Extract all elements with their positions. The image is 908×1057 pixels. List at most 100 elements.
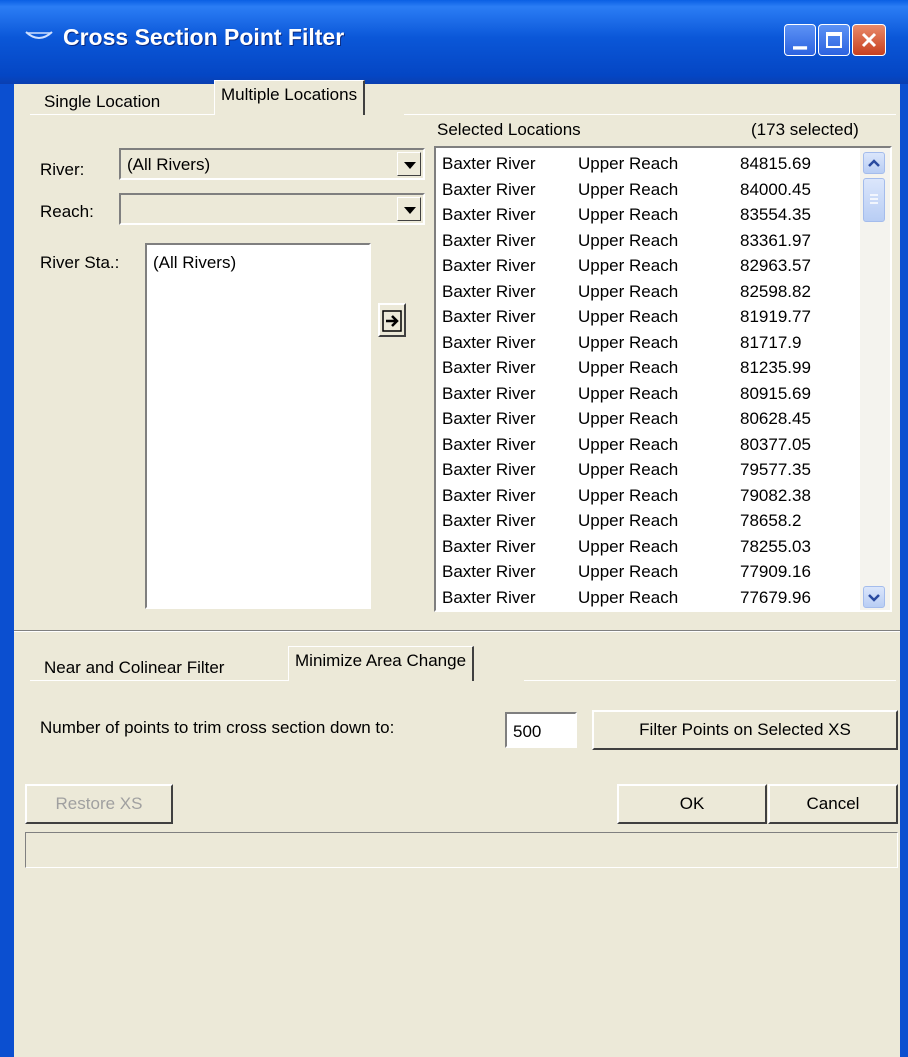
reach-cell: Upper Reach [578, 281, 679, 301]
cancel-button[interactable]: Cancel [768, 784, 898, 824]
minimize-icon: ▁ [793, 30, 807, 49]
river-cell: Baxter River [442, 383, 536, 403]
river-cell: Baxter River [442, 179, 536, 199]
reach-cell: Upper Reach [578, 562, 679, 581]
restore-xs-button[interactable]: Restore XS [25, 784, 173, 824]
status-bar [25, 832, 898, 868]
reach-cell: Upper Reach [578, 536, 679, 556]
river-cell: Baxter River [442, 511, 536, 530]
station-cell: 79082.38 [740, 485, 811, 505]
river-sta-label: River Sta.: [40, 253, 120, 272]
close-button[interactable] [852, 24, 886, 56]
chevron-down-icon [868, 594, 880, 602]
river-combo[interactable]: (All Rivers) [119, 148, 425, 180]
tab-near-colinear-filter[interactable]: Near and Colinear Filter [38, 655, 230, 681]
reach-cell: Upper Reach [578, 307, 679, 326]
river-cell: Baxter River [442, 307, 536, 326]
river-cell: Baxter River [442, 587, 536, 607]
river-xs-icon [25, 31, 53, 39]
reach-cell: Upper Reach [578, 511, 679, 530]
trim-points-value: 500 [513, 722, 542, 741]
chevron-down-icon[interactable] [397, 152, 421, 176]
station-cell: 78658.2 [740, 511, 802, 530]
reach-cell: Upper Reach [578, 256, 679, 275]
station-cell: 80915.69 [740, 383, 811, 403]
station-cell: 77679.96 [740, 587, 811, 607]
river-cell: Baxter River [442, 154, 536, 173]
reach-label: Reach: [40, 202, 94, 221]
river-cell: Baxter River [442, 460, 536, 479]
selected-count: (173 selected) [751, 120, 859, 139]
tab-panel-border [404, 114, 896, 115]
station-cell: 82963.57 [740, 256, 811, 275]
river-cell: Baxter River [442, 536, 536, 556]
vertical-scrollbar[interactable] [860, 148, 890, 610]
station-cell: 77909.16 [740, 562, 811, 581]
station-cell: 83361.97 [740, 230, 811, 250]
reach-combo[interactable] [119, 193, 425, 225]
scroll-thumb[interactable] [863, 178, 885, 222]
reach-cell: Upper Reach [578, 358, 679, 377]
arrow-right-icon [382, 310, 402, 332]
river-cell: Baxter River [442, 562, 536, 581]
station-cell: 82598.82 [740, 281, 811, 301]
river-cell: Baxter River [442, 205, 536, 224]
title-bar[interactable]: Cross Section Point Filter ▁ [0, 0, 908, 84]
maximize-button[interactable] [818, 24, 850, 56]
list-item[interactable]: (All Rivers) [153, 253, 236, 273]
tab-single-location[interactable]: Single Location [38, 89, 166, 115]
reach-cell: Upper Reach [578, 383, 679, 403]
station-cell: 83554.35 [740, 205, 811, 224]
station-cell: 78255.03 [740, 536, 811, 556]
reach-cell: Upper Reach [578, 460, 679, 479]
river-combo-value: (All Rivers) [127, 155, 211, 174]
reach-cell: Upper Reach [578, 409, 679, 428]
river-cell: Baxter River [442, 434, 536, 454]
trim-label: Number of points to trim cross section d… [40, 718, 395, 737]
river-cell: Baxter River [442, 256, 536, 275]
station-cell: 81717.9 [740, 332, 802, 352]
trim-points-input[interactable]: 500 [505, 712, 577, 748]
add-location-button[interactable] [378, 303, 406, 337]
reach-cell: Upper Reach [578, 587, 679, 607]
river-cell: Baxter River [442, 485, 536, 505]
close-icon [853, 25, 885, 55]
river-cell: Baxter River [442, 358, 536, 377]
reach-cell: Upper Reach [578, 179, 679, 199]
reach-cell: Upper Reach [578, 154, 679, 173]
station-cell: 80628.45 [740, 409, 811, 428]
section-separator [14, 631, 900, 632]
river-cell: Baxter River [442, 332, 536, 352]
chevron-down-icon[interactable] [397, 197, 421, 221]
station-cell: 84000.45 [740, 179, 811, 199]
scroll-up-button[interactable] [863, 152, 885, 174]
grip-icon [870, 194, 878, 204]
chevron-up-icon [868, 159, 880, 167]
scroll-down-button[interactable] [863, 586, 885, 608]
window-frame-right [900, 84, 908, 1057]
river-sta-list[interactable]: (All Rivers) [145, 243, 371, 609]
reach-cell: Upper Reach [578, 230, 679, 250]
selected-locations-list[interactable]: Baxter River Upper Reach 84815.69 Baxter Ri… [434, 146, 892, 612]
tab-multiple-locations[interactable]: Multiple Locations [214, 80, 366, 115]
reach-cell: Upper Reach [578, 205, 679, 224]
station-cell: 80377.05 [740, 434, 811, 454]
window-title: Cross Section Point Filter [63, 24, 345, 50]
station-cell: 81919.77 [740, 307, 811, 326]
reach-cell: Upper Reach [578, 485, 679, 505]
river-cell: Baxter River [442, 409, 536, 428]
selected-locations-header: Selected Locations [437, 120, 581, 139]
ok-button[interactable]: OK [617, 784, 767, 824]
station-cell: 81235.99 [740, 358, 811, 377]
window-frame-left [0, 84, 14, 1057]
minimize-button[interactable]: ▁ [784, 24, 816, 56]
station-cell: 84815.69 [740, 154, 811, 173]
filter-points-button[interactable]: Filter Points on Selected XS [592, 710, 898, 750]
maximize-icon [819, 25, 849, 55]
tab-panel-border [30, 680, 288, 681]
tab-minimize-area-change[interactable]: Minimize Area Change [288, 646, 475, 681]
tab-panel-border [524, 680, 896, 681]
reach-cell: Upper Reach [578, 434, 679, 454]
tab-panel-border [30, 114, 214, 115]
river-label: River: [40, 160, 85, 179]
